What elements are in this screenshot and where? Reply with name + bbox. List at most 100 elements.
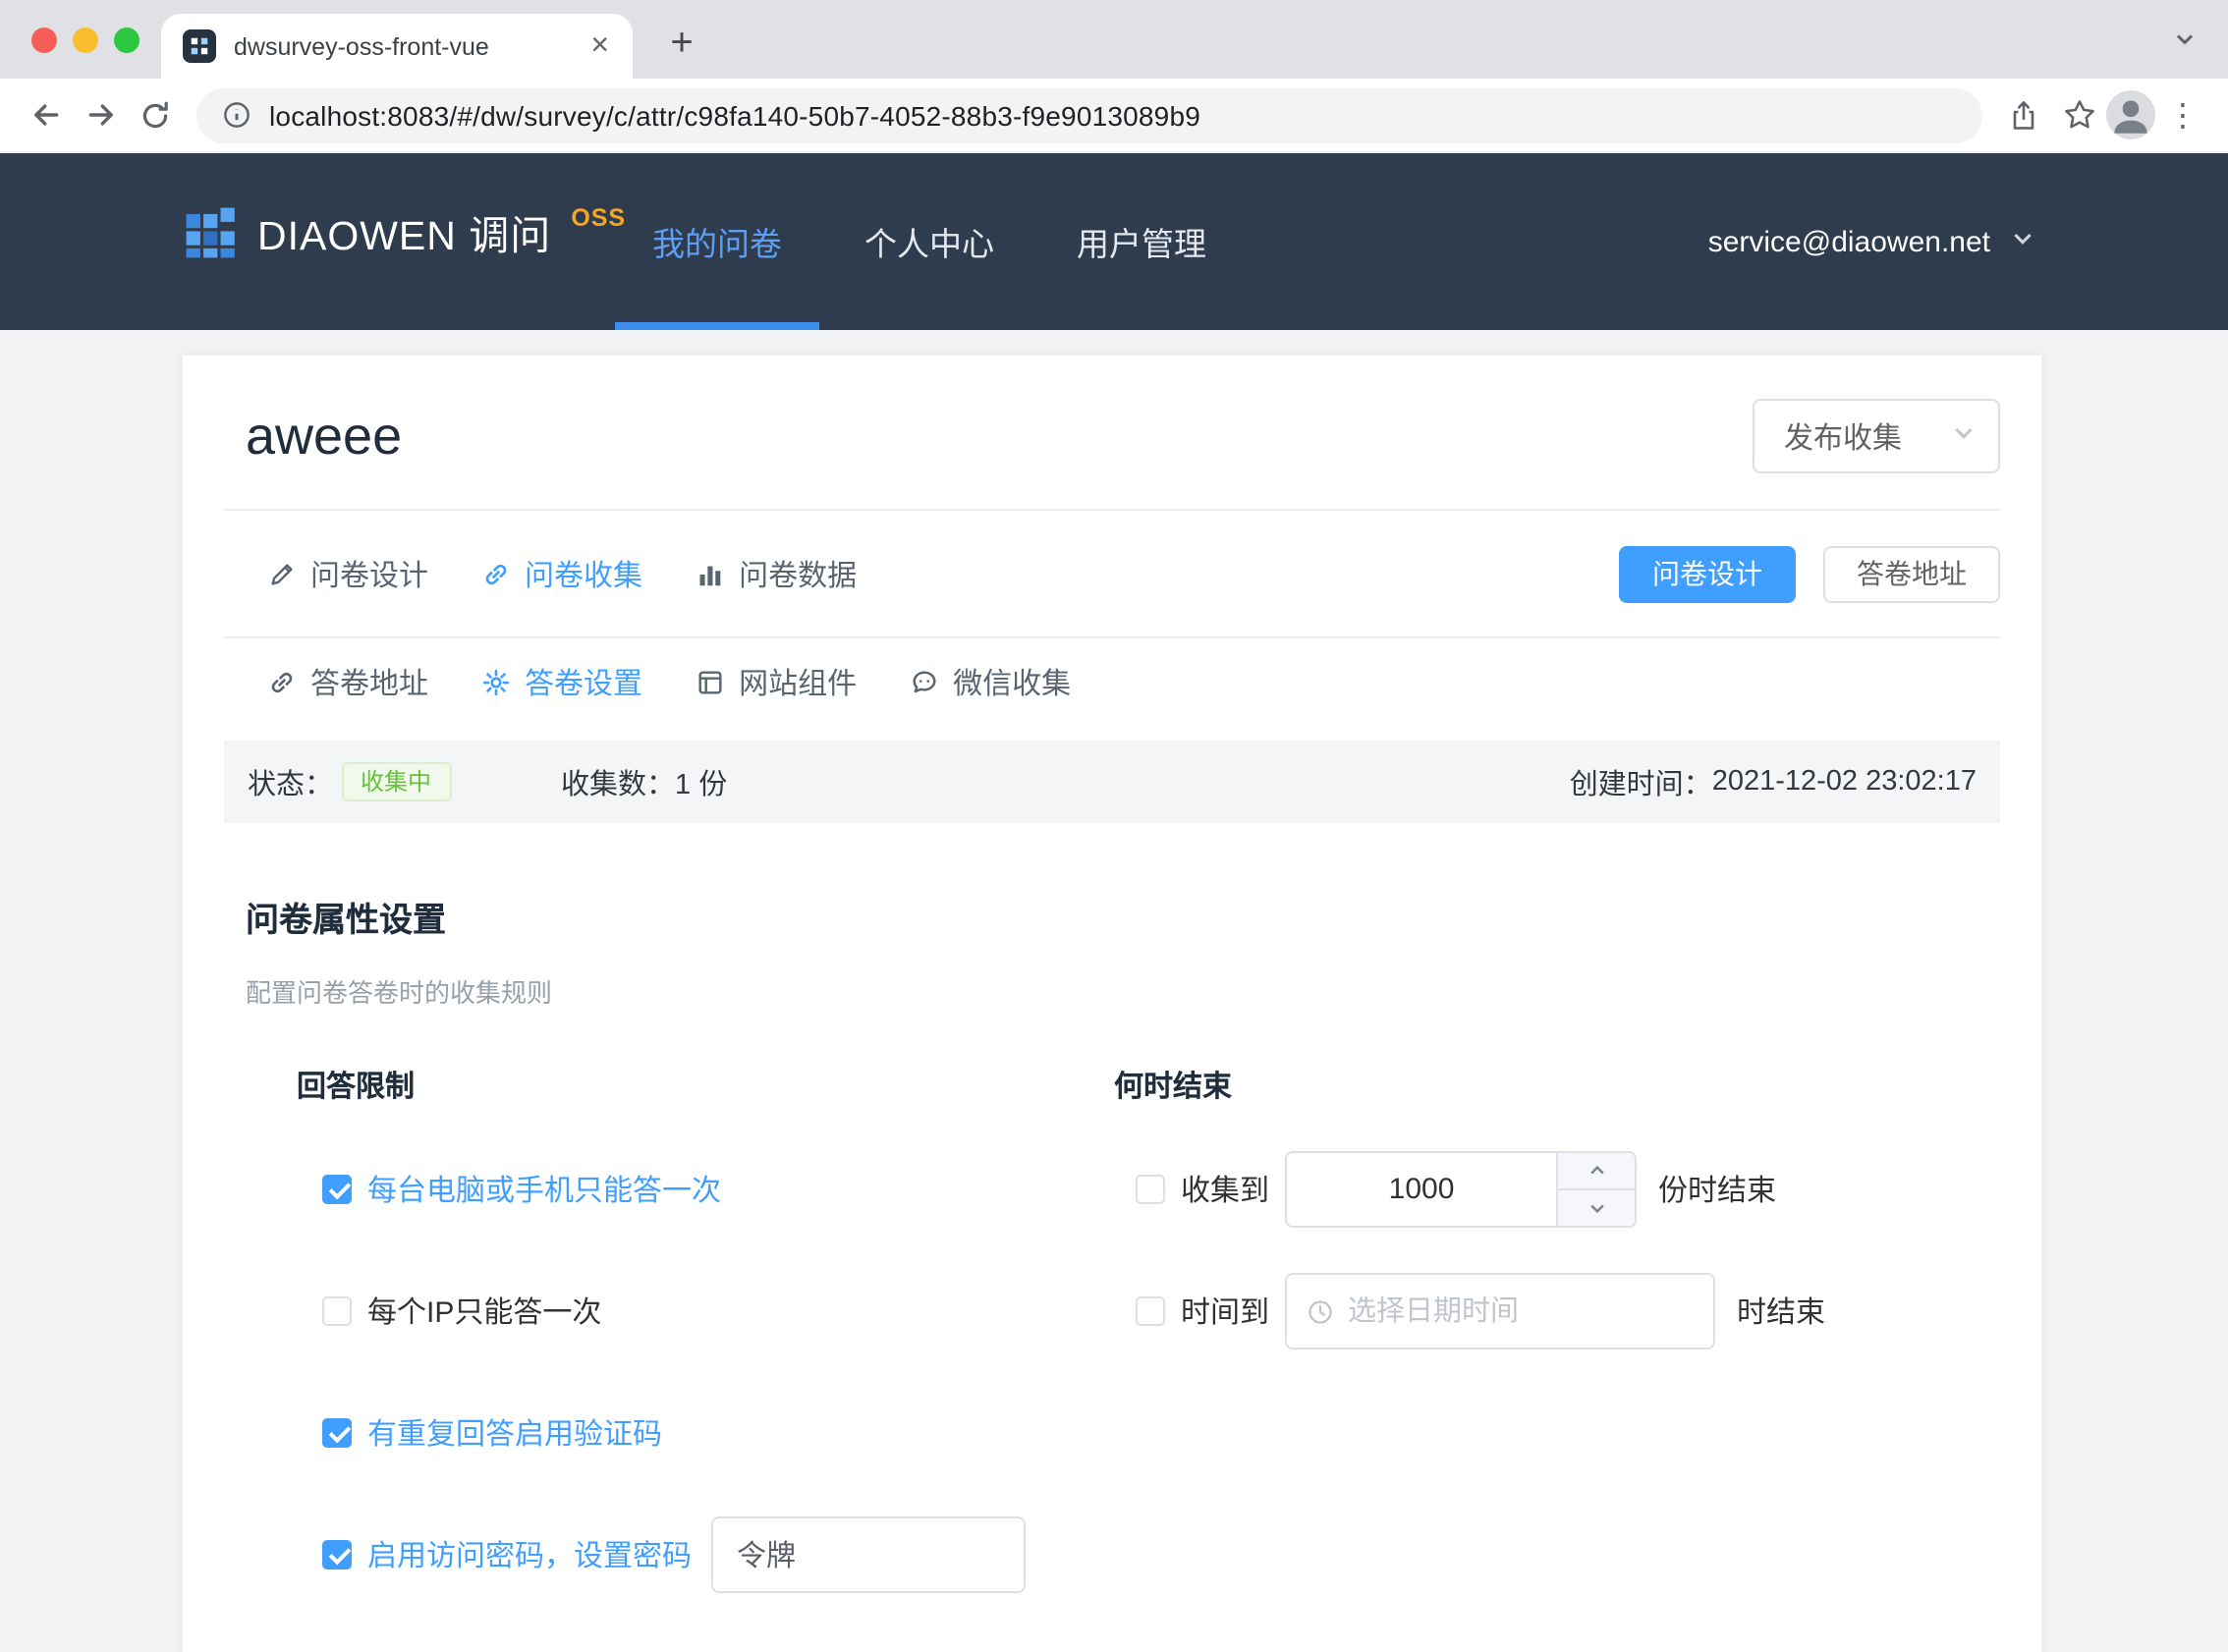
bookmark-star-icon[interactable] <box>2051 87 2106 142</box>
answer-address-button[interactable]: 答卷地址 <box>1823 545 2000 602</box>
checkbox-ip-once[interactable] <box>322 1296 352 1326</box>
nav-item-profile-center[interactable]: 个人中心 <box>864 153 994 330</box>
tab-close-icon[interactable]: × <box>583 28 617 64</box>
survey-title: aweee <box>246 406 402 467</box>
site-info-icon[interactable] <box>222 100 251 130</box>
subtab-label: 答卷设置 <box>525 661 642 702</box>
clock-icon <box>1307 1297 1334 1325</box>
survey-design-button[interactable]: 问卷设计 <box>1619 545 1796 602</box>
account-email: service@diaowen.net <box>1708 225 1990 258</box>
subtab-site-widget[interactable]: 网站组件 <box>696 661 857 702</box>
tab-search-chevron-icon[interactable] <box>2173 26 2197 61</box>
end-time-label[interactable]: 时间到 <box>1181 1291 1269 1332</box>
diaowen-logo-icon <box>185 206 238 259</box>
tab-favicon-icon <box>183 29 216 63</box>
profile-avatar[interactable] <box>2106 90 2155 139</box>
collect-subtabs: 答卷地址 答卷设置 网站组件 <box>183 638 2041 725</box>
access-password-input[interactable] <box>711 1516 1026 1593</box>
chart-icon <box>696 559 725 588</box>
status-bar: 状态： 收集中 收集数： 1 份 创建时间： 2021-12-02 23:02:… <box>224 741 2000 823</box>
checkbox-end-by-count[interactable] <box>1136 1175 1165 1204</box>
share-icon[interactable] <box>1996 87 2051 142</box>
nav-item-user-management[interactable]: 用户管理 <box>1077 153 1206 330</box>
link-icon <box>481 559 511 588</box>
option-row-captcha: 有重复回答启用验证码 <box>322 1395 1114 1471</box>
subtab-label: 答卷地址 <box>310 661 428 702</box>
survey-tabs: 问卷设计 问卷收集 问卷数据 问卷设计 答卷地址 <box>183 511 2041 636</box>
status-label: 状态： <box>248 761 333 802</box>
card-head: aweee 发布收集 <box>183 356 2041 509</box>
end-time-date-picker[interactable] <box>1285 1273 1715 1349</box>
stepper-down-icon[interactable] <box>1558 1190 1635 1226</box>
publish-collect-label: 发布收集 <box>1784 415 1902 457</box>
checkbox-end-by-time[interactable] <box>1136 1296 1165 1326</box>
browser-tab[interactable]: dwsurvey-oss-front-vue × <box>161 14 633 79</box>
option-label[interactable]: 有重复回答启用验证码 <box>367 1412 662 1454</box>
end-condition-column: 何时结束 收集到 <box>1114 1069 1978 1638</box>
url-text: localhost:8083/#/dw/survey/c/attr/c98fa1… <box>269 99 1200 131</box>
stepper-up-icon[interactable] <box>1558 1153 1635 1190</box>
subtab-wechat-collect[interactable]: 微信收集 <box>910 661 1071 702</box>
browser-menu-icon[interactable]: ⋮ <box>2155 87 2210 142</box>
page-background: aweee 发布收集 问卷设计 <box>0 330 2228 1652</box>
window-controls <box>31 28 139 53</box>
subtab-answer-settings[interactable]: 答卷设置 <box>481 661 642 702</box>
link-icon <box>267 667 297 696</box>
end-time-input[interactable] <box>1348 1295 1694 1327</box>
reload-button[interactable] <box>128 87 183 142</box>
option-label[interactable]: 启用访问密码，设置密码 <box>367 1534 692 1575</box>
checkbox-captcha[interactable] <box>322 1418 352 1448</box>
end-count-value-input[interactable] <box>1287 1153 1556 1226</box>
fullscreen-window-button[interactable] <box>114 28 139 53</box>
gear-icon <box>481 667 511 696</box>
collect-count-label: 收集数： <box>561 761 675 802</box>
answer-limit-column: 回答限制 每台电脑或手机只能答一次 每个IP只能答一次 有重复回答启用验证码 <box>246 1069 1114 1638</box>
new-tab-button[interactable]: + <box>656 18 707 69</box>
subtab-label: 微信收集 <box>953 661 1071 702</box>
option-label[interactable]: 每个IP只能答一次 <box>367 1291 601 1332</box>
chevron-down-icon <box>1951 419 1977 453</box>
brand-edition: OSS <box>571 204 626 232</box>
main-nav: 我的问卷 个人中心 用户管理 <box>652 153 1206 330</box>
forward-button[interactable] <box>73 87 128 142</box>
checkbox-access-password[interactable] <box>322 1540 352 1569</box>
end-row-count: 收集到 <box>1136 1151 1978 1228</box>
nav-item-my-surveys[interactable]: 我的问卷 <box>652 153 782 330</box>
app-header: DIAOWEN 调问 OSS 我的问卷 个人中心 用户管理 service@di… <box>0 153 2228 330</box>
minimize-window-button[interactable] <box>73 28 98 53</box>
widget-icon <box>696 667 725 696</box>
created-time-value: 2021-12-02 23:02:17 <box>1712 766 1977 798</box>
settings-title: 问卷属性设置 <box>246 902 1978 941</box>
end-time-suffix: 时结束 <box>1737 1291 1825 1332</box>
tab-label: 问卷收集 <box>525 553 642 594</box>
address-bar[interactable]: localhost:8083/#/dw/survey/c/attr/c98fa1… <box>196 87 1982 142</box>
publish-collect-dropdown[interactable]: 发布收集 <box>1753 399 2000 473</box>
chevron-down-icon <box>2010 225 2035 258</box>
option-row-password: 启用访问密码，设置密码 <box>322 1516 1114 1593</box>
tab-survey-data[interactable]: 问卷数据 <box>696 553 857 594</box>
brand-logo[interactable]: DIAOWEN 调问 OSS <box>185 206 626 269</box>
option-row-ip-once: 每个IP只能答一次 <box>322 1273 1114 1349</box>
tab-survey-collect[interactable]: 问卷收集 <box>481 553 642 594</box>
checkbox-device-once[interactable] <box>322 1175 352 1204</box>
close-window-button[interactable] <box>31 28 57 53</box>
subtab-answer-address[interactable]: 答卷地址 <box>267 661 428 702</box>
settings-subtitle: 配置问卷答卷时的收集规则 <box>246 972 1978 1010</box>
end-count-label[interactable]: 收集到 <box>1181 1169 1269 1210</box>
browser-toolbar: localhost:8083/#/dw/survey/c/attr/c98fa1… <box>0 79 2228 153</box>
tab-survey-design[interactable]: 问卷设计 <box>267 553 428 594</box>
tab-label: 问卷设计 <box>310 553 428 594</box>
option-label[interactable]: 每台电脑或手机只能答一次 <box>367 1169 721 1210</box>
browser-tab-strip: dwsurvey-oss-front-vue × + <box>0 0 2228 79</box>
pencil-icon <box>267 559 297 588</box>
tab-label: 问卷数据 <box>739 553 857 594</box>
browser-window: dwsurvey-oss-front-vue × + localhost:808… <box>0 0 2228 1652</box>
back-button[interactable] <box>18 87 73 142</box>
end-condition-heading: 何时结束 <box>1114 1069 1978 1108</box>
number-steppers <box>1556 1153 1635 1226</box>
answer-limit-heading: 回答限制 <box>297 1069 1114 1108</box>
collect-count-value: 1 份 <box>675 761 727 802</box>
tab-title: dwsurvey-oss-front-vue <box>234 32 583 60</box>
account-menu[interactable]: service@diaowen.net <box>1708 153 2035 330</box>
created-time-label: 创建时间： <box>1570 761 1712 802</box>
